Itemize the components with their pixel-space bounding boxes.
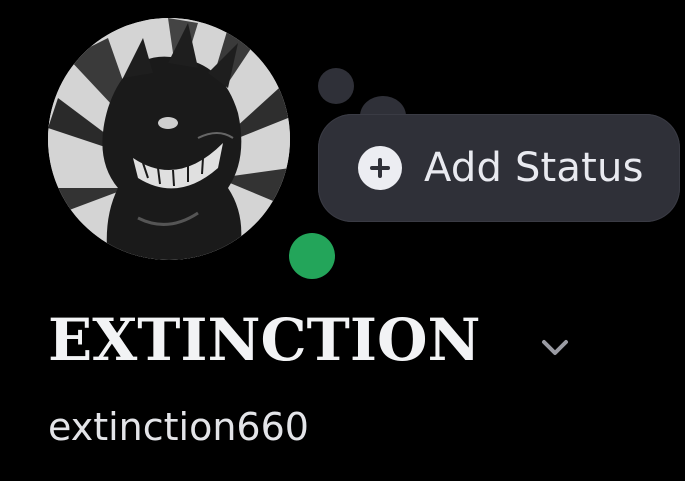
add-status-label: Add Status xyxy=(424,145,644,191)
thought-bubble-small xyxy=(318,68,354,104)
display-name: EXTINCTION xyxy=(48,306,481,374)
chevron-down-icon[interactable] xyxy=(536,334,574,360)
avatar-container[interactable] xyxy=(48,18,345,290)
avatar[interactable] xyxy=(48,18,290,260)
online-status-dot xyxy=(289,233,335,279)
username: extinction660 xyxy=(48,405,309,449)
dragon-avatar-icon xyxy=(48,18,290,260)
plus-circle-icon xyxy=(358,146,402,190)
add-status-button[interactable]: Add Status xyxy=(318,114,680,222)
